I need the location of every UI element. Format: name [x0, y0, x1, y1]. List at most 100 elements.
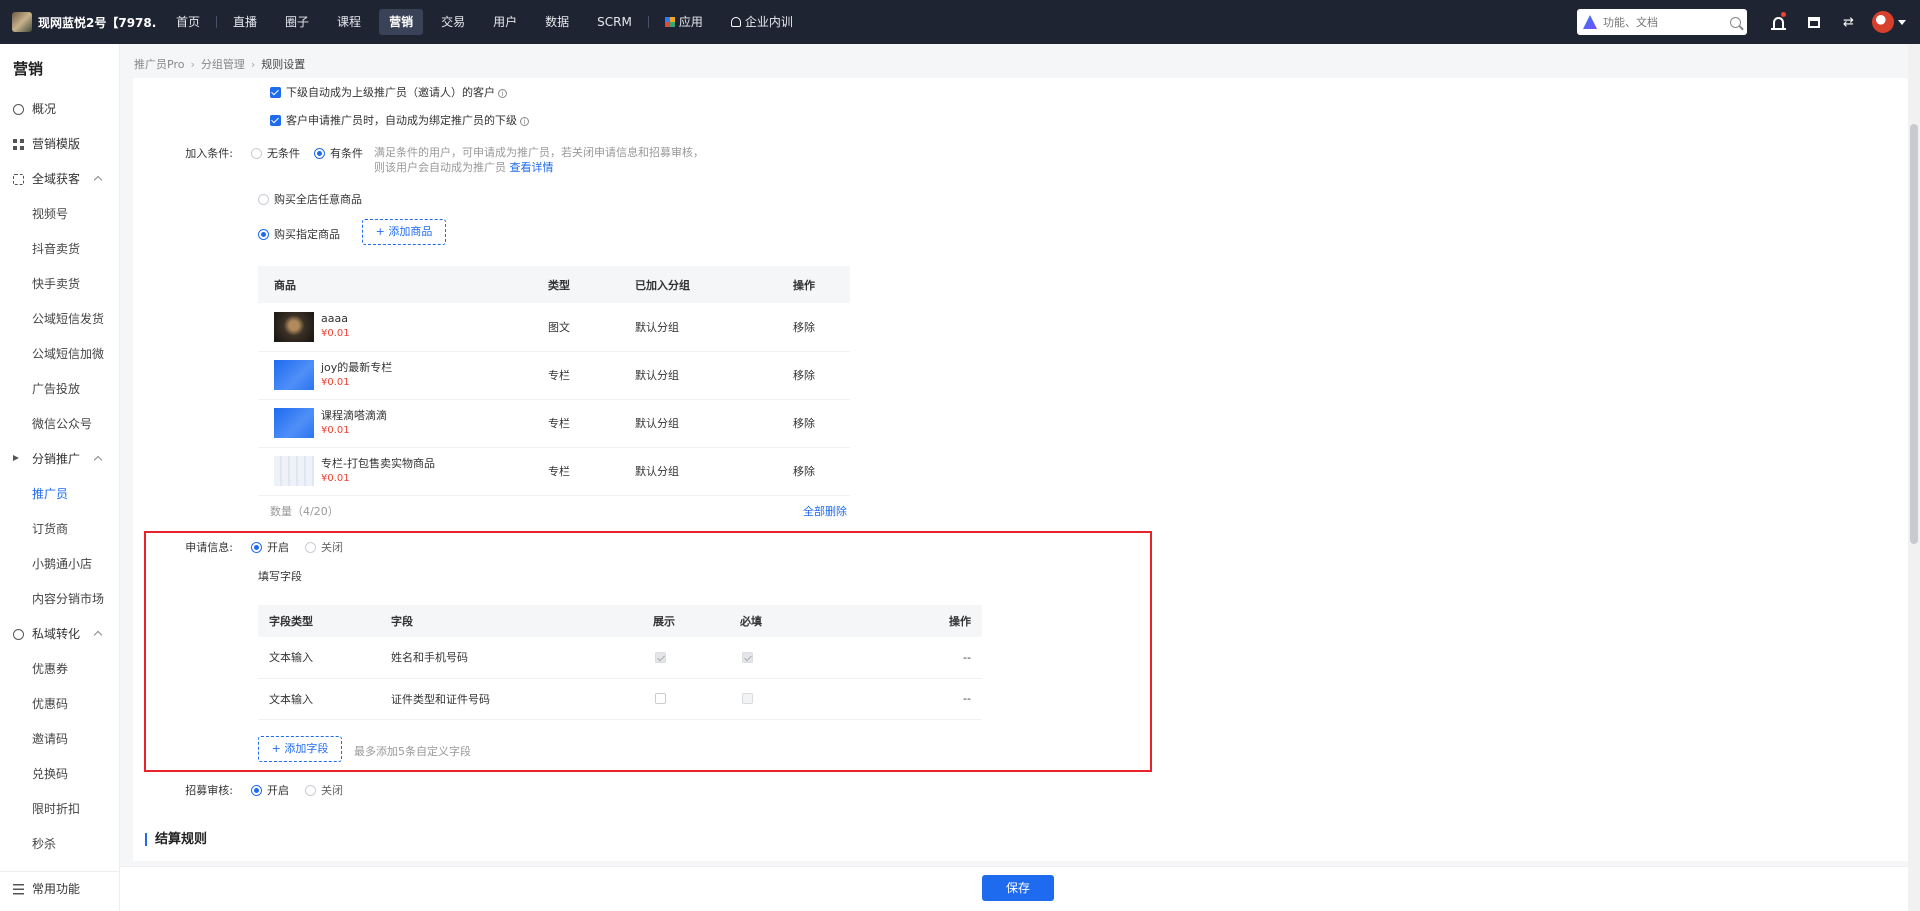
- sidebar-common-functions[interactable]: 常用功能: [0, 871, 120, 911]
- goods-header: 商品: [258, 266, 548, 303]
- remove-goods-link[interactable]: 移除: [793, 303, 850, 352]
- check-auto-subordinate[interactable]: 客户申请推广员时，自动成为绑定推广员的下级 i: [270, 112, 529, 128]
- chevron-up-icon[interactable]: [93, 630, 103, 640]
- scan-icon: [13, 174, 24, 185]
- avatar[interactable]: [1872, 11, 1894, 33]
- shop-switcher[interactable]: 现网蓝悦2号【7978...: [0, 12, 162, 32]
- sidebar-item[interactable]: 私域转化: [0, 617, 119, 652]
- radio[interactable]: [305, 542, 316, 553]
- review-on-radio[interactable]: 开启: [251, 782, 289, 798]
- sidebar-item[interactable]: 快手卖货: [0, 267, 119, 302]
- sidebar-item[interactable]: 限时折扣: [0, 792, 119, 827]
- nav-scrm[interactable]: SCRM: [587, 9, 642, 35]
- store-button[interactable]: [1796, 0, 1831, 44]
- switch-button[interactable]: ⇄: [1831, 0, 1866, 44]
- goods-price: ¥0.01: [321, 328, 350, 340]
- sidebar-item[interactable]: 分销推广: [0, 442, 119, 477]
- chevron-up-icon[interactable]: [93, 175, 103, 185]
- radio[interactable]: [258, 229, 269, 240]
- notification-button[interactable]: [1761, 0, 1796, 44]
- nav-users[interactable]: 用户: [483, 9, 527, 35]
- nav-course[interactable]: 课程: [327, 9, 371, 35]
- join-none-radio[interactable]: 无条件: [251, 145, 300, 161]
- show-checkbox[interactable]: [655, 693, 666, 704]
- nav-live[interactable]: 直播: [223, 9, 267, 35]
- radio[interactable]: [251, 785, 262, 796]
- nav-trade[interactable]: 交易: [431, 9, 475, 35]
- opt-any-goods[interactable]: 购买全店任意商品: [258, 191, 362, 207]
- radio[interactable]: [305, 785, 316, 796]
- checkbox[interactable]: [270, 87, 281, 98]
- radio[interactable]: [314, 148, 325, 159]
- global-search[interactable]: [1577, 9, 1747, 35]
- sidebar-item[interactable]: 邀请码: [0, 722, 119, 757]
- info-icon[interactable]: i: [498, 89, 507, 98]
- show-header: 展示: [653, 605, 740, 637]
- sidebar-item[interactable]: 广告投放: [0, 372, 119, 407]
- sidebar-item-label: 营销模版: [32, 137, 81, 151]
- info-icon[interactable]: i: [520, 117, 529, 126]
- search-icon[interactable]: [1730, 16, 1741, 28]
- remove-goods-link[interactable]: 移除: [793, 447, 850, 496]
- nav-home[interactable]: 首页: [166, 9, 210, 35]
- goods-row: 专栏-打包售卖实物商品 ¥0.01 专栏 默认分组 移除: [258, 447, 850, 496]
- nav-circle[interactable]: 圈子: [275, 9, 319, 35]
- review-off-radio[interactable]: 关闭: [305, 782, 343, 798]
- radio[interactable]: [251, 148, 262, 159]
- rule-settings-panel: 下级自动成为上级推广员（邀请人）的客户 i 客户申请推广员时，自动成为绑定推广员的…: [133, 78, 1917, 861]
- sidebar-item[interactable]: 视频号: [0, 197, 119, 232]
- sidebar-item[interactable]: 订货商: [0, 512, 119, 547]
- apply-on-radio[interactable]: 开启: [251, 539, 289, 555]
- nav-marketing[interactable]: 营销: [379, 9, 424, 35]
- sidebar-item[interactable]: 微信公众号: [0, 407, 119, 442]
- radio[interactable]: [251, 542, 262, 553]
- join-cond-radio[interactable]: 有条件: [314, 145, 363, 161]
- scrollbar-thumb[interactable]: [1910, 124, 1918, 544]
- sidebar-item[interactable]: 公域短信加微: [0, 337, 119, 372]
- sidebar-item[interactable]: 兑换码: [0, 757, 119, 792]
- apply-off-radio[interactable]: 关闭: [305, 539, 343, 555]
- nav-training[interactable]: 企业内训: [721, 9, 803, 35]
- notification-dot: [1781, 12, 1786, 17]
- sidebar-item[interactable]: 优惠券: [0, 652, 119, 687]
- goods-row: joy的最新专栏 ¥0.01 专栏 默认分组 移除: [258, 351, 850, 400]
- sidebar-item-label: 公域短信加微: [32, 347, 105, 361]
- delete-all-link[interactable]: 全部删除: [803, 503, 847, 519]
- field-type-header: 字段类型: [258, 605, 391, 637]
- sidebar-item[interactable]: 小鹅通小店: [0, 547, 119, 582]
- check-auto-customer[interactable]: 下级自动成为上级推广员（邀请人）的客户 i: [270, 84, 507, 100]
- sidebar-item[interactable]: 秒杀: [0, 827, 119, 862]
- chevron-down-icon[interactable]: [1898, 19, 1906, 25]
- goods-count: 数量（4/20）: [270, 505, 339, 518]
- view-detail-link[interactable]: 查看详情: [510, 161, 554, 174]
- save-button[interactable]: 保存: [982, 875, 1054, 901]
- search-input[interactable]: [1603, 15, 1730, 29]
- chevron-up-icon[interactable]: [93, 455, 103, 465]
- opt-specific-goods[interactable]: 购买指定商品: [258, 226, 340, 242]
- grid-icon: [13, 139, 24, 150]
- nav-apps[interactable]: 应用: [655, 9, 713, 35]
- sidebar-item[interactable]: 概况: [0, 92, 119, 127]
- add-goods-button[interactable]: + 添加商品: [362, 219, 446, 245]
- remove-goods-link[interactable]: 移除: [793, 351, 850, 400]
- review-label: 招募审核:: [185, 784, 233, 797]
- sidebar-item[interactable]: 营销模版: [0, 127, 119, 162]
- goods-cell: 专栏-打包售卖实物商品 ¥0.01: [258, 447, 548, 496]
- breadcrumb-item[interactable]: 推广员Pro: [134, 58, 184, 71]
- nav-data[interactable]: 数据: [535, 9, 579, 35]
- scrollbar[interactable]: [1908, 44, 1920, 911]
- add-field-button[interactable]: + 添加字段: [258, 736, 342, 762]
- sidebar-item[interactable]: 全域获客: [0, 162, 119, 197]
- nav-apps-label: 应用: [678, 15, 703, 29]
- sidebar-item[interactable]: 抖音卖货: [0, 232, 119, 267]
- checkbox[interactable]: [270, 115, 281, 126]
- breadcrumb-item[interactable]: 分组管理: [201, 58, 245, 71]
- sidebar-item[interactable]: 内容分销市场: [0, 582, 119, 617]
- remove-goods-link[interactable]: 移除: [793, 399, 850, 448]
- sidebar-item[interactable]: 优惠码: [0, 687, 119, 722]
- sidebar-item-label: 广告投放: [32, 382, 81, 396]
- sidebar-item[interactable]: 公域短信发货: [0, 302, 119, 337]
- radio[interactable]: [258, 194, 269, 205]
- sidebar-item[interactable]: 推广员: [0, 477, 119, 512]
- goods-price: ¥0.01: [321, 472, 350, 484]
